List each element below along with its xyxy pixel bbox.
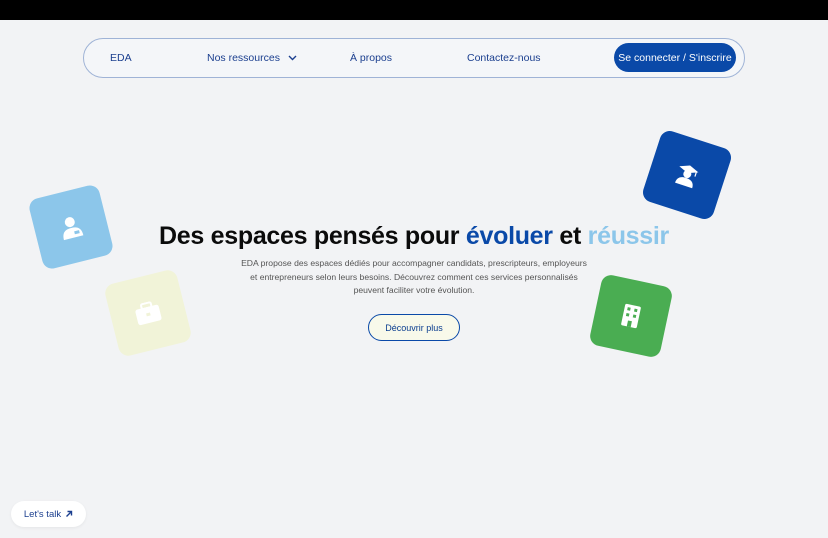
- login-signup-button[interactable]: Se connecter / S'inscrire: [614, 43, 736, 72]
- graduate-tile: [640, 128, 734, 222]
- building-icon: [621, 303, 641, 329]
- discover-more-button[interactable]: Découvrir plus: [368, 314, 460, 341]
- employer-tile: [103, 268, 193, 358]
- hero-title-accent-evoluer: évoluer: [465, 222, 553, 250]
- graduate-icon: [675, 165, 699, 189]
- hero-title-part1: Des espaces pensés pour: [159, 222, 466, 250]
- arrow-up-right-icon: [66, 510, 73, 517]
- hero-description: EDA propose des espaces dédiés pour acco…: [234, 257, 594, 298]
- hero-title-part2: et: [552, 222, 588, 250]
- nav-resources-dropdown[interactable]: Nos ressources: [207, 39, 297, 77]
- hero-title-accent-reussir: réussir: [587, 222, 670, 250]
- main-navigation: EDA Nos ressources À propos Contactez-no…: [83, 38, 745, 78]
- hero-description-line: EDA propose des espaces dédiés pour acco…: [241, 258, 587, 268]
- lets-talk-label: Let's talk: [23, 508, 62, 520]
- browser-top-bar: [0, 0, 828, 20]
- entrepreneur-tile: [588, 273, 674, 359]
- nav-resources-label: Nos ressources: [207, 52, 280, 64]
- lets-talk-button[interactable]: Let's talk: [11, 501, 86, 527]
- nav-about-link[interactable]: À propos: [350, 39, 392, 77]
- briefcase-icon: [135, 301, 162, 326]
- hero-title: Des espaces pensés pour évoluer et réuss…: [0, 222, 828, 251]
- chevron-down-icon: [288, 55, 297, 61]
- hero-description-line: et entrepreneurs selon leurs besoins. Dé…: [250, 271, 578, 282]
- nav-brand-link[interactable]: EDA: [110, 39, 132, 77]
- nav-contact-link[interactable]: Contactez-nous: [467, 39, 541, 77]
- hero-description-line: peuvent faciliter votre évolution.: [353, 285, 475, 295]
